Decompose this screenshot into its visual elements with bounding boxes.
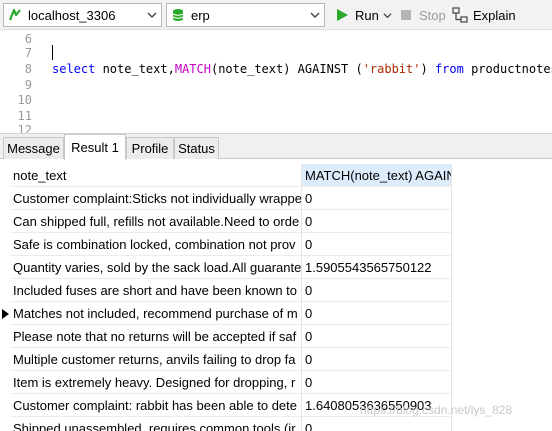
toolbar: localhost_3306 erp Run Stop Explain	[0, 0, 552, 30]
query-segment: productnotes;	[471, 62, 552, 76]
cell-match-score[interactable]: 1.5905543565750122	[302, 256, 452, 279]
table-row[interactable]: Multiple customer returns, anvils failin…	[0, 348, 552, 371]
function-match: MATCH	[174, 62, 211, 76]
chevron-down-icon[interactable]	[306, 4, 324, 26]
editor-line: 9	[0, 78, 552, 94]
run-label: Run	[355, 7, 379, 23]
grid-header: note_text MATCH(note_text) AGAIN	[0, 164, 552, 187]
editor-line: 10	[0, 93, 552, 109]
table-row[interactable]: Please note that no returns will be acce…	[0, 325, 552, 348]
tab-result-1[interactable]: Result 1	[64, 134, 126, 160]
cell-match-score[interactable]: 0	[302, 210, 452, 233]
table-row[interactable]: Included fuses are short and have been k…	[0, 279, 552, 302]
cell-note-text[interactable]: Item is extremely heavy. Designed for dr…	[10, 371, 302, 394]
tab-profile[interactable]: Profile	[126, 137, 174, 159]
table-row[interactable]: Matches not included, recommend purchase…	[0, 302, 552, 325]
cell-note-text[interactable]: Can shipped full, refills not available.…	[10, 210, 302, 233]
stop-icon	[397, 6, 415, 24]
query-segment: (note_text) AGAINST (	[210, 62, 363, 76]
cell-match-score[interactable]: 0	[302, 348, 452, 371]
column-header-note-text[interactable]: note_text	[10, 164, 302, 187]
text-caret	[52, 45, 53, 60]
result-tabs: Message Result 1 Profile Status	[0, 133, 552, 160]
line-number: 6	[24, 32, 32, 46]
line-number: 11	[17, 109, 32, 123]
cell-note-text[interactable]: Customer complaint:Sticks not individual…	[10, 187, 302, 210]
connection-name: localhost_3306	[28, 7, 116, 23]
cell-note-text[interactable]: Matches not included, recommend purchase…	[10, 302, 302, 325]
editor-line: 8 select note_text,MATCH(note_text) AGAI…	[0, 62, 552, 78]
cell-note-text[interactable]: Multiple customer returns, anvils failin…	[10, 348, 302, 371]
line-number: 8	[24, 62, 32, 76]
cell-match-score[interactable]: 0	[302, 233, 452, 256]
table-row[interactable]: Quantity varies, sold by the sack load.A…	[0, 256, 552, 279]
cell-note-text[interactable]: Please note that no returns will be acce…	[10, 325, 302, 348]
database-icon	[167, 4, 189, 26]
string-literal: 'rabbit'	[362, 62, 421, 76]
play-icon	[333, 6, 351, 24]
cell-note-text[interactable]: Customer complaint: rabbit has been able…	[10, 394, 302, 417]
database-name: erp	[191, 7, 210, 23]
table-row[interactable]: Can shipped full, refills not available.…	[0, 210, 552, 233]
sql-editor[interactable]: 6 7 8 select note_text,MATCH(note_text) …	[0, 31, 552, 137]
explain-label: Explain	[473, 7, 516, 23]
cell-note-text[interactable]: Shipped unassembled, requires common too…	[10, 417, 302, 431]
table-row[interactable]: Shipped unassembled, requires common too…	[0, 417, 552, 431]
cell-match-score[interactable]: 0	[302, 325, 452, 348]
cell-match-score[interactable]: 0	[302, 417, 452, 431]
current-row-indicator-icon	[0, 302, 10, 325]
line-number: 7	[24, 46, 32, 60]
editor-line: 7	[0, 46, 552, 62]
keyword-select: select	[52, 62, 96, 76]
cell-match-score[interactable]: 0	[302, 302, 452, 325]
table-row[interactable]: Item is extremely heavy. Designed for dr…	[0, 371, 552, 394]
table-row[interactable]: Customer complaint:Sticks not individual…	[0, 187, 552, 210]
chevron-down-icon[interactable]	[383, 8, 392, 23]
line-number: 10	[17, 93, 32, 107]
connection-select[interactable]: localhost_3306	[3, 3, 162, 27]
keyword-from: from	[434, 62, 464, 76]
stop-label: Stop	[419, 7, 446, 23]
run-button[interactable]: Run	[333, 3, 392, 27]
cell-match-score[interactable]: 0	[302, 371, 452, 394]
cell-match-score[interactable]: 0	[302, 279, 452, 302]
connection-icon	[4, 4, 26, 26]
explain-icon	[451, 6, 469, 24]
watermark: https://blog.csdn.net/lys_828	[360, 403, 513, 417]
sql-query[interactable]: select note_text,MATCH(note_text) AGAINS…	[52, 62, 552, 76]
tab-message[interactable]: Message	[3, 137, 64, 159]
query-segment: note_text,	[95, 62, 175, 76]
cell-note-text[interactable]: Quantity varies, sold by the sack load.A…	[10, 256, 302, 279]
tab-status[interactable]: Status	[174, 137, 219, 159]
line-number: 9	[24, 78, 32, 92]
database-select[interactable]: erp	[166, 3, 325, 27]
cell-match-score[interactable]: 0	[302, 187, 452, 210]
column-header-match[interactable]: MATCH(note_text) AGAIN	[302, 164, 452, 187]
result-grid[interactable]: note_text MATCH(note_text) AGAIN Custome…	[0, 160, 552, 431]
explain-button[interactable]: Explain	[451, 3, 516, 27]
query-segment: )	[420, 62, 435, 76]
stop-button[interactable]: Stop	[397, 3, 446, 27]
table-row[interactable]: Safe is combination locked, combination …	[0, 233, 552, 256]
chevron-down-icon[interactable]	[143, 4, 161, 26]
cell-note-text[interactable]: Safe is combination locked, combination …	[10, 233, 302, 256]
cell-note-text[interactable]: Included fuses are short and have been k…	[10, 279, 302, 302]
